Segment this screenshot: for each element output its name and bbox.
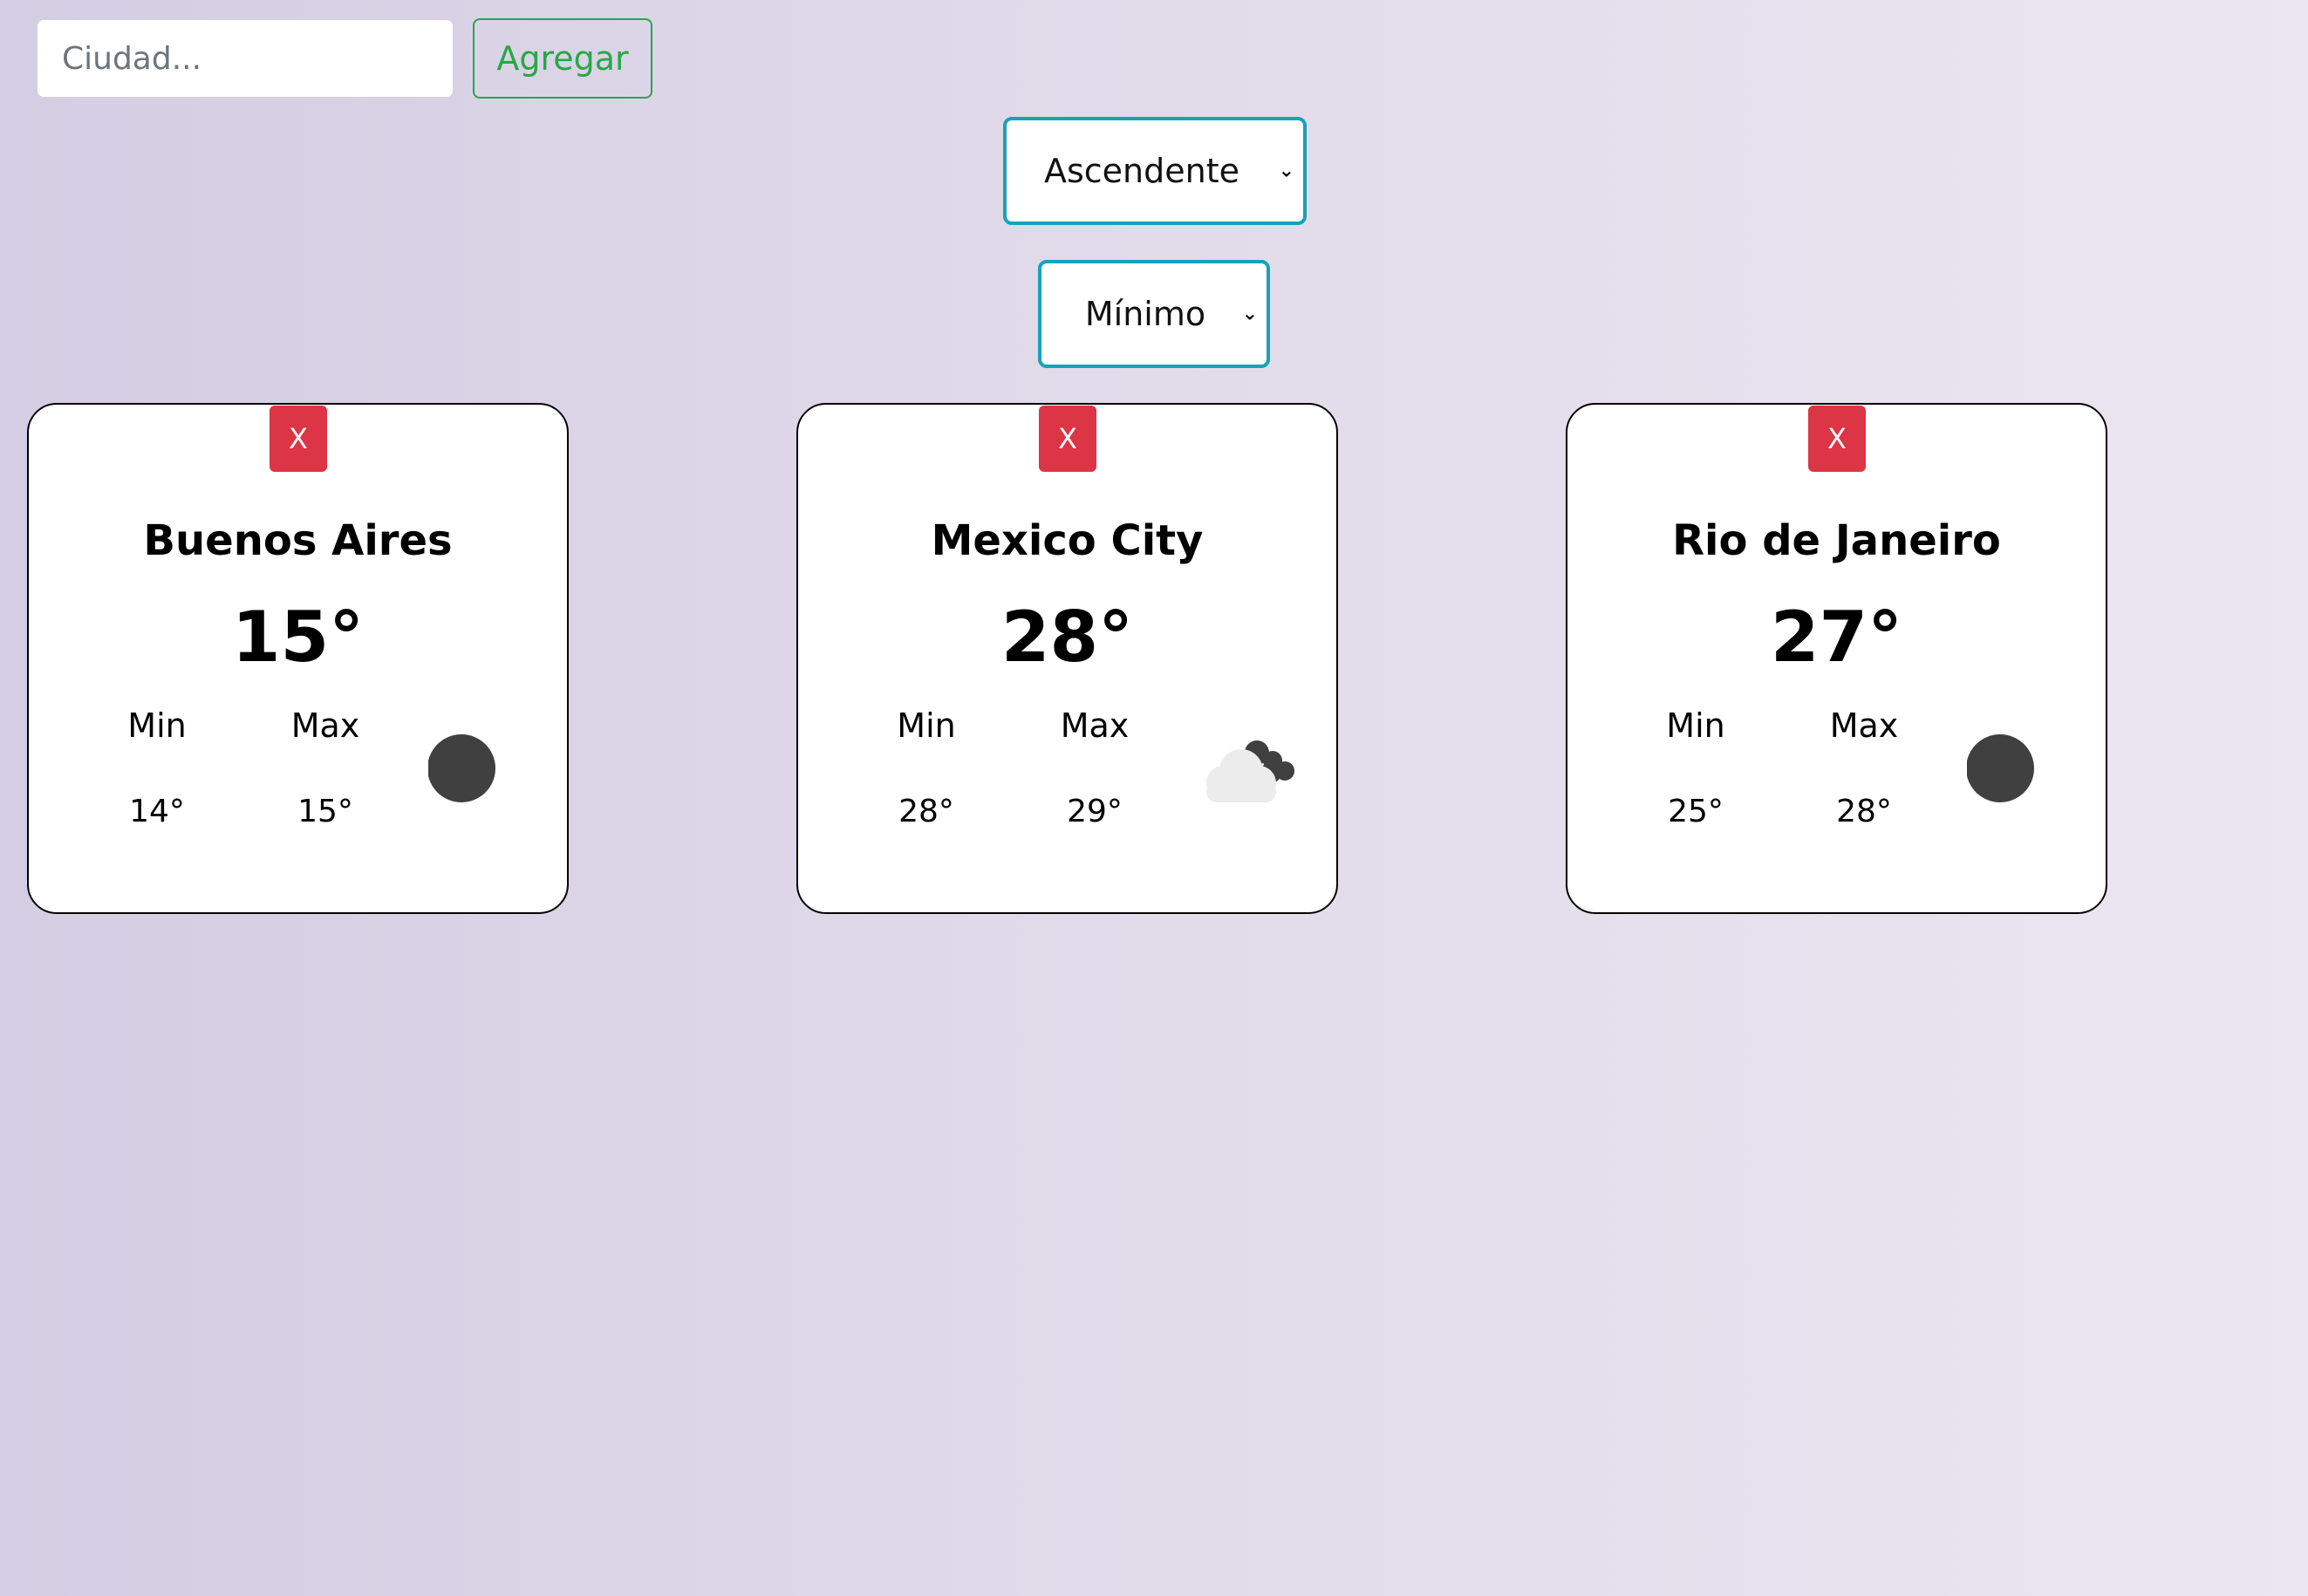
remove-city-button[interactable]: X	[1808, 406, 1866, 472]
city-name: Mexico City	[931, 516, 1204, 565]
dark-circle-icon	[428, 734, 495, 802]
order-select[interactable]: Ascendente ⌄	[1003, 117, 1307, 225]
cloud-icon	[1206, 740, 1294, 802]
max-temperature: 15°	[297, 794, 353, 829]
min-temperature: 28°	[898, 794, 954, 829]
city-search-input[interactable]	[37, 19, 454, 98]
city-card: X Buenos Aires 15° Min Max 14° 15°	[27, 403, 569, 914]
min-label: Min	[127, 706, 187, 745]
current-temperature: 27°	[1770, 597, 1903, 678]
max-label: Max	[290, 706, 360, 745]
min-temperature: 25°	[1668, 794, 1724, 829]
city-name: Rio de Janeiro	[1672, 516, 2001, 565]
city-card: X Rio de Janeiro 27° Min Max 25° 28°	[1566, 403, 2107, 914]
sort-select-value: Mínimo	[1084, 295, 1206, 333]
max-label: Max	[1060, 706, 1130, 745]
current-temperature: 15°	[231, 597, 365, 678]
chevron-down-icon: ⌄	[1278, 160, 1294, 182]
remove-city-button[interactable]: X	[1039, 406, 1096, 472]
max-temperature: 29°	[1067, 794, 1123, 829]
sort-field-select[interactable]: Mínimo ⌄	[1038, 260, 1270, 368]
dark-circle-icon	[1967, 734, 2034, 802]
min-label: Min	[897, 706, 956, 745]
order-select-value: Ascendente	[1043, 152, 1239, 190]
city-card: X Mexico City 28° Min Max 28° 29°	[796, 403, 1338, 914]
min-temperature: 14°	[129, 794, 185, 829]
min-label: Min	[1666, 706, 1725, 745]
remove-city-button[interactable]: X	[270, 406, 327, 472]
add-city-button[interactable]: Agregar	[473, 18, 652, 99]
max-label: Max	[1829, 706, 1899, 745]
current-temperature: 28°	[1000, 597, 1134, 678]
city-name: Buenos Aires	[143, 516, 453, 565]
max-temperature: 28°	[1836, 794, 1892, 829]
chevron-down-icon: ⌄	[1241, 303, 1258, 325]
